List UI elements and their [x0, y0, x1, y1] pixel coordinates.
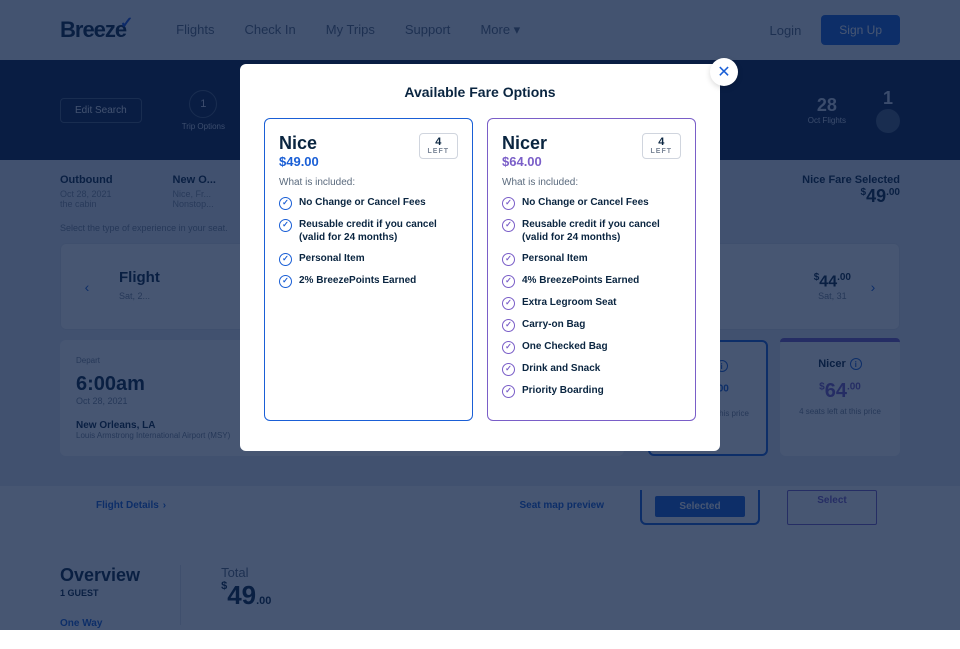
feature-item: ✓Reusable credit if you cancel (valid fo… [502, 218, 681, 244]
feature-item: ✓Reusable credit if you cancel (valid fo… [279, 218, 458, 244]
fare-options-modal: ✕ Available Fare Options Nice $49.00 4 L… [240, 64, 720, 451]
feature-item: ✓Priority Boarding [502, 384, 681, 398]
modal-overlay[interactable]: ✕ Available Fare Options Nice $49.00 4 L… [0, 0, 960, 630]
feature-item: ✓2% BreezePoints Earned [279, 274, 458, 288]
fare-price: $49.00 [279, 154, 319, 169]
included-label: What is included: [279, 177, 458, 188]
feature-item: ✓4% BreezePoints Earned [502, 274, 681, 288]
feature-item: ✓No Change or Cancel Fees [502, 196, 681, 210]
check-icon: ✓ [279, 197, 292, 210]
feature-item: ✓Personal Item [502, 252, 681, 266]
seats-left: 4 LEFT [419, 133, 459, 159]
fare-name: Nice [279, 133, 319, 154]
modal-title: Available Fare Options [264, 84, 696, 100]
close-icon[interactable]: ✕ [710, 58, 738, 86]
included-label: What is included: [502, 177, 681, 188]
modal-fare-nice[interactable]: Nice $49.00 4 LEFT What is included: ✓No… [264, 118, 473, 421]
feature-list-nicer: ✓No Change or Cancel Fees ✓Reusable credi… [502, 196, 681, 398]
check-icon: ✓ [502, 219, 515, 232]
modal-fare-nicer[interactable]: Nicer $64.00 4 LEFT What is included: ✓N… [487, 118, 696, 421]
fare-price: $64.00 [502, 154, 547, 169]
feature-item: ✓Personal Item [279, 252, 458, 266]
feature-item: ✓Extra Legroom Seat [502, 296, 681, 310]
check-icon: ✓ [502, 341, 515, 354]
check-icon: ✓ [502, 197, 515, 210]
feature-item: ✓Carry-on Bag [502, 318, 681, 332]
check-icon: ✓ [502, 297, 515, 310]
fare-name: Nicer [502, 133, 547, 154]
feature-item: ✓Drink and Snack [502, 362, 681, 376]
feature-list-nice: ✓No Change or Cancel Fees ✓Reusable credi… [279, 196, 458, 288]
feature-item: ✓No Change or Cancel Fees [279, 196, 458, 210]
check-icon: ✓ [502, 275, 515, 288]
feature-item: ✓One Checked Bag [502, 340, 681, 354]
seats-left: 4 LEFT [642, 133, 682, 159]
check-icon: ✓ [502, 319, 515, 332]
check-icon: ✓ [502, 253, 515, 266]
check-icon: ✓ [502, 385, 515, 398]
check-icon: ✓ [502, 363, 515, 376]
check-icon: ✓ [279, 253, 292, 266]
check-icon: ✓ [279, 219, 292, 232]
check-icon: ✓ [279, 275, 292, 288]
